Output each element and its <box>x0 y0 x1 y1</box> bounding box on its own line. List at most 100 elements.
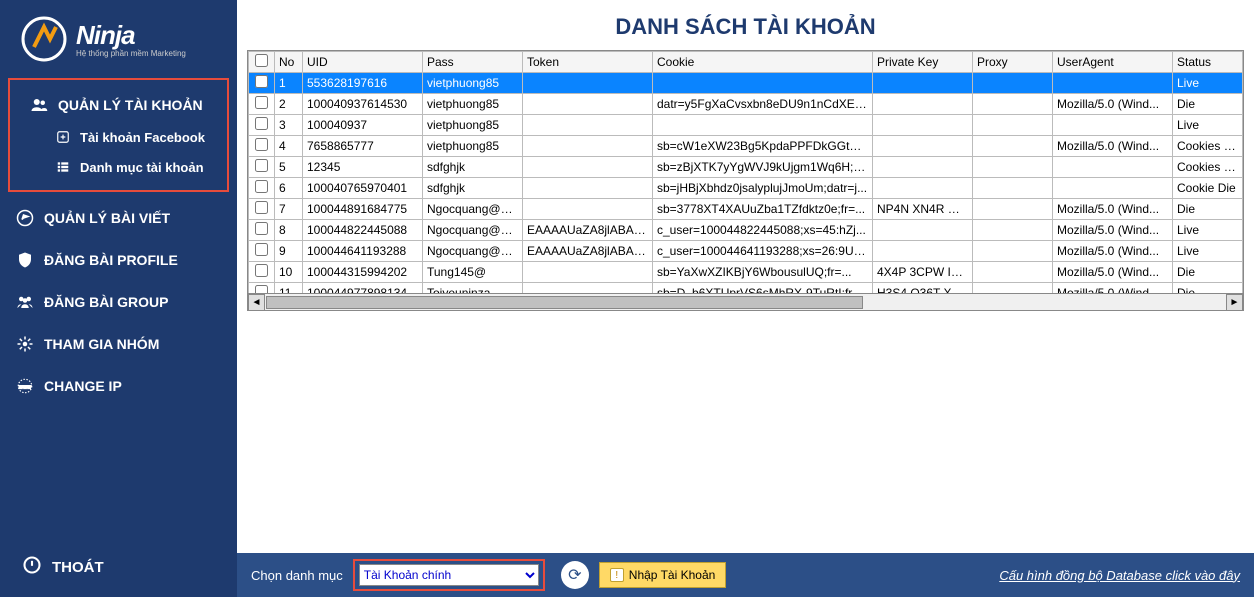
cell-proxy <box>973 283 1053 295</box>
table-row[interactable]: 512345sdfghjksb=zBjXTK7yYgWVJ9kUjgm1Wq6H… <box>249 157 1243 178</box>
row-checkbox[interactable] <box>249 136 275 157</box>
nav-join[interactable]: THAM GIA NHÓM <box>0 327 237 361</box>
cell-cookie: c_user=100044822445088;xs=45:hZj... <box>653 220 873 241</box>
cell-pkey <box>873 115 973 136</box>
refresh-button[interactable]: ⟳ <box>561 561 589 589</box>
row-checkbox[interactable] <box>249 241 275 262</box>
nav-group[interactable]: ĐĂNG BÀI GROUP <box>0 285 237 319</box>
cell-pkey: 4X4P 3CPW IEK... <box>873 262 973 283</box>
cell-ua: Mozilla/5.0 (Wind... <box>1053 94 1173 115</box>
row-checkbox[interactable] <box>249 73 275 94</box>
category-select[interactable]: Tài Khoản chính <box>359 564 539 586</box>
group-icon <box>16 293 34 311</box>
accounts-table: No UID Pass Token Cookie Private Key Pro… <box>248 51 1243 294</box>
nav-profile-label: ĐĂNG BÀI PROFILE <box>44 252 178 268</box>
cell-proxy <box>973 199 1053 220</box>
cell-pass: vietphuong85 <box>423 115 523 136</box>
nav-accounts[interactable]: QUẢN LÝ TÀI KHOẢN <box>14 88 223 122</box>
row-checkbox[interactable] <box>249 262 275 283</box>
row-checkbox[interactable] <box>249 199 275 220</box>
nav-group-label: ĐĂNG BÀI GROUP <box>44 294 168 310</box>
cell-ua: Mozilla/5.0 (Wind... <box>1053 136 1173 157</box>
scroll-thumb[interactable] <box>266 296 863 309</box>
nav-changeip[interactable]: www CHANGE IP <box>0 369 237 403</box>
cell-uid: 100044641193288 <box>303 241 423 262</box>
row-checkbox[interactable] <box>249 220 275 241</box>
header-token[interactable]: Token <box>523 52 653 73</box>
table-row[interactable]: 7100044891684775Ngocquang@9199sb=3778XT4… <box>249 199 1243 220</box>
header-ua[interactable]: UserAgent <box>1053 52 1173 73</box>
category-select-highlight: Tài Khoản chính <box>353 559 545 591</box>
header-no[interactable]: No <box>275 52 303 73</box>
cell-ua <box>1053 73 1173 94</box>
nav-categories[interactable]: Danh mục tài khoản <box>14 152 223 182</box>
header-pass[interactable]: Pass <box>423 52 523 73</box>
cell-no: 4 <box>275 136 303 157</box>
main: DANH SÁCH TÀI KHOẢN No UID Pass Token Co… <box>237 0 1254 597</box>
cell-proxy <box>973 241 1053 262</box>
cell-no: 9 <box>275 241 303 262</box>
header-proxy[interactable]: Proxy <box>973 52 1053 73</box>
cell-uid: 100044977898134 <box>303 283 423 295</box>
scroll-right-arrow[interactable]: ► <box>1226 294 1243 311</box>
table-row[interactable]: 3100040937vietphuong85Live <box>249 115 1243 136</box>
cell-pass: Toiyeuninza <box>423 283 523 295</box>
logo-icon <box>20 15 68 63</box>
nav-cat-label: Danh mục tài khoản <box>80 160 204 175</box>
horizontal-scrollbar[interactable]: ◄ ► <box>247 294 1244 311</box>
cell-status: Die <box>1173 283 1243 295</box>
config-db-link[interactable]: Cấu hình đồng bộ Database click vào đây <box>999 568 1240 583</box>
header-checkbox[interactable] <box>249 52 275 73</box>
cell-token <box>523 199 653 220</box>
cell-status: Die <box>1173 262 1243 283</box>
cell-ua <box>1053 115 1173 136</box>
svg-text:www: www <box>18 384 32 390</box>
table-row[interactable]: 47658865777vietphuong85sb=cW1eXW23Bg5Kpd… <box>249 136 1243 157</box>
join-icon <box>16 335 34 353</box>
cell-status: Live <box>1173 73 1243 94</box>
header-uid[interactable]: UID <box>303 52 423 73</box>
cell-no: 8 <box>275 220 303 241</box>
cell-proxy <box>973 115 1053 136</box>
table-row[interactable]: 9100044641193288Ngocquang@9199EAAAAUaZA8… <box>249 241 1243 262</box>
cell-pkey <box>873 136 973 157</box>
cell-pkey: H3S4 O36T X75... <box>873 283 973 295</box>
page-title: DANH SÁCH TÀI KHOẢN <box>237 0 1254 50</box>
nav-posts[interactable]: QUẢN LÝ BÀI VIẾT <box>0 201 237 235</box>
cell-status: Cookies Die <box>1173 157 1243 178</box>
cell-uid: 553628197616 <box>303 73 423 94</box>
cell-token <box>523 136 653 157</box>
row-checkbox[interactable] <box>249 94 275 115</box>
cell-cookie: datr=y5FgXaCvsxbn8eDU9n1nCdXE;x... <box>653 94 873 115</box>
logo: Ninja Hệ thống phần mềm Marketing <box>0 0 237 73</box>
nav-ip-label: CHANGE IP <box>44 378 122 394</box>
row-checkbox[interactable] <box>249 115 275 136</box>
row-checkbox[interactable] <box>249 283 275 295</box>
accounts-table-wrap[interactable]: No UID Pass Token Cookie Private Key Pro… <box>247 50 1244 294</box>
nav-profile[interactable]: ĐĂNG BÀI PROFILE <box>0 243 237 277</box>
table-row[interactable]: 8100044822445088Ngocquang@9199EAAAAUaZA8… <box>249 220 1243 241</box>
cell-proxy <box>973 94 1053 115</box>
import-accounts-button[interactable]: ! Nhập Tài Khoản <box>599 562 727 588</box>
cell-ua <box>1053 178 1173 199</box>
scroll-left-arrow[interactable]: ◄ <box>248 294 265 311</box>
table-row[interactable]: 11100044977898134Toiyeuninzasb=D_b6XTUpr… <box>249 283 1243 295</box>
header-status[interactable]: Status <box>1173 52 1243 73</box>
nav-exit[interactable]: THOÁT <box>0 537 237 597</box>
cell-status: Live <box>1173 241 1243 262</box>
table-row[interactable]: 6100040765970401sdfghjksb=jHBjXbhdz0jsal… <box>249 178 1243 199</box>
cell-cookie <box>653 73 873 94</box>
cell-uid: 12345 <box>303 157 423 178</box>
table-row[interactable]: 1553628197616vietphuong85Live <box>249 73 1243 94</box>
row-checkbox[interactable] <box>249 178 275 199</box>
table-row[interactable]: 2100040937614530vietphuong85datr=y5FgXaC… <box>249 94 1243 115</box>
cell-pkey <box>873 157 973 178</box>
header-pkey[interactable]: Private Key <box>873 52 973 73</box>
cell-token <box>523 178 653 199</box>
nav-fb-accounts[interactable]: Tài khoản Facebook <box>14 122 223 152</box>
header-cookie[interactable]: Cookie <box>653 52 873 73</box>
row-checkbox[interactable] <box>249 157 275 178</box>
table-row[interactable]: 10100044315994202Tung145@sb=YaXwXZIKBjY6… <box>249 262 1243 283</box>
cell-uid: 100044891684775 <box>303 199 423 220</box>
nav-accounts-label: QUẢN LÝ TÀI KHOẢN <box>58 97 203 113</box>
